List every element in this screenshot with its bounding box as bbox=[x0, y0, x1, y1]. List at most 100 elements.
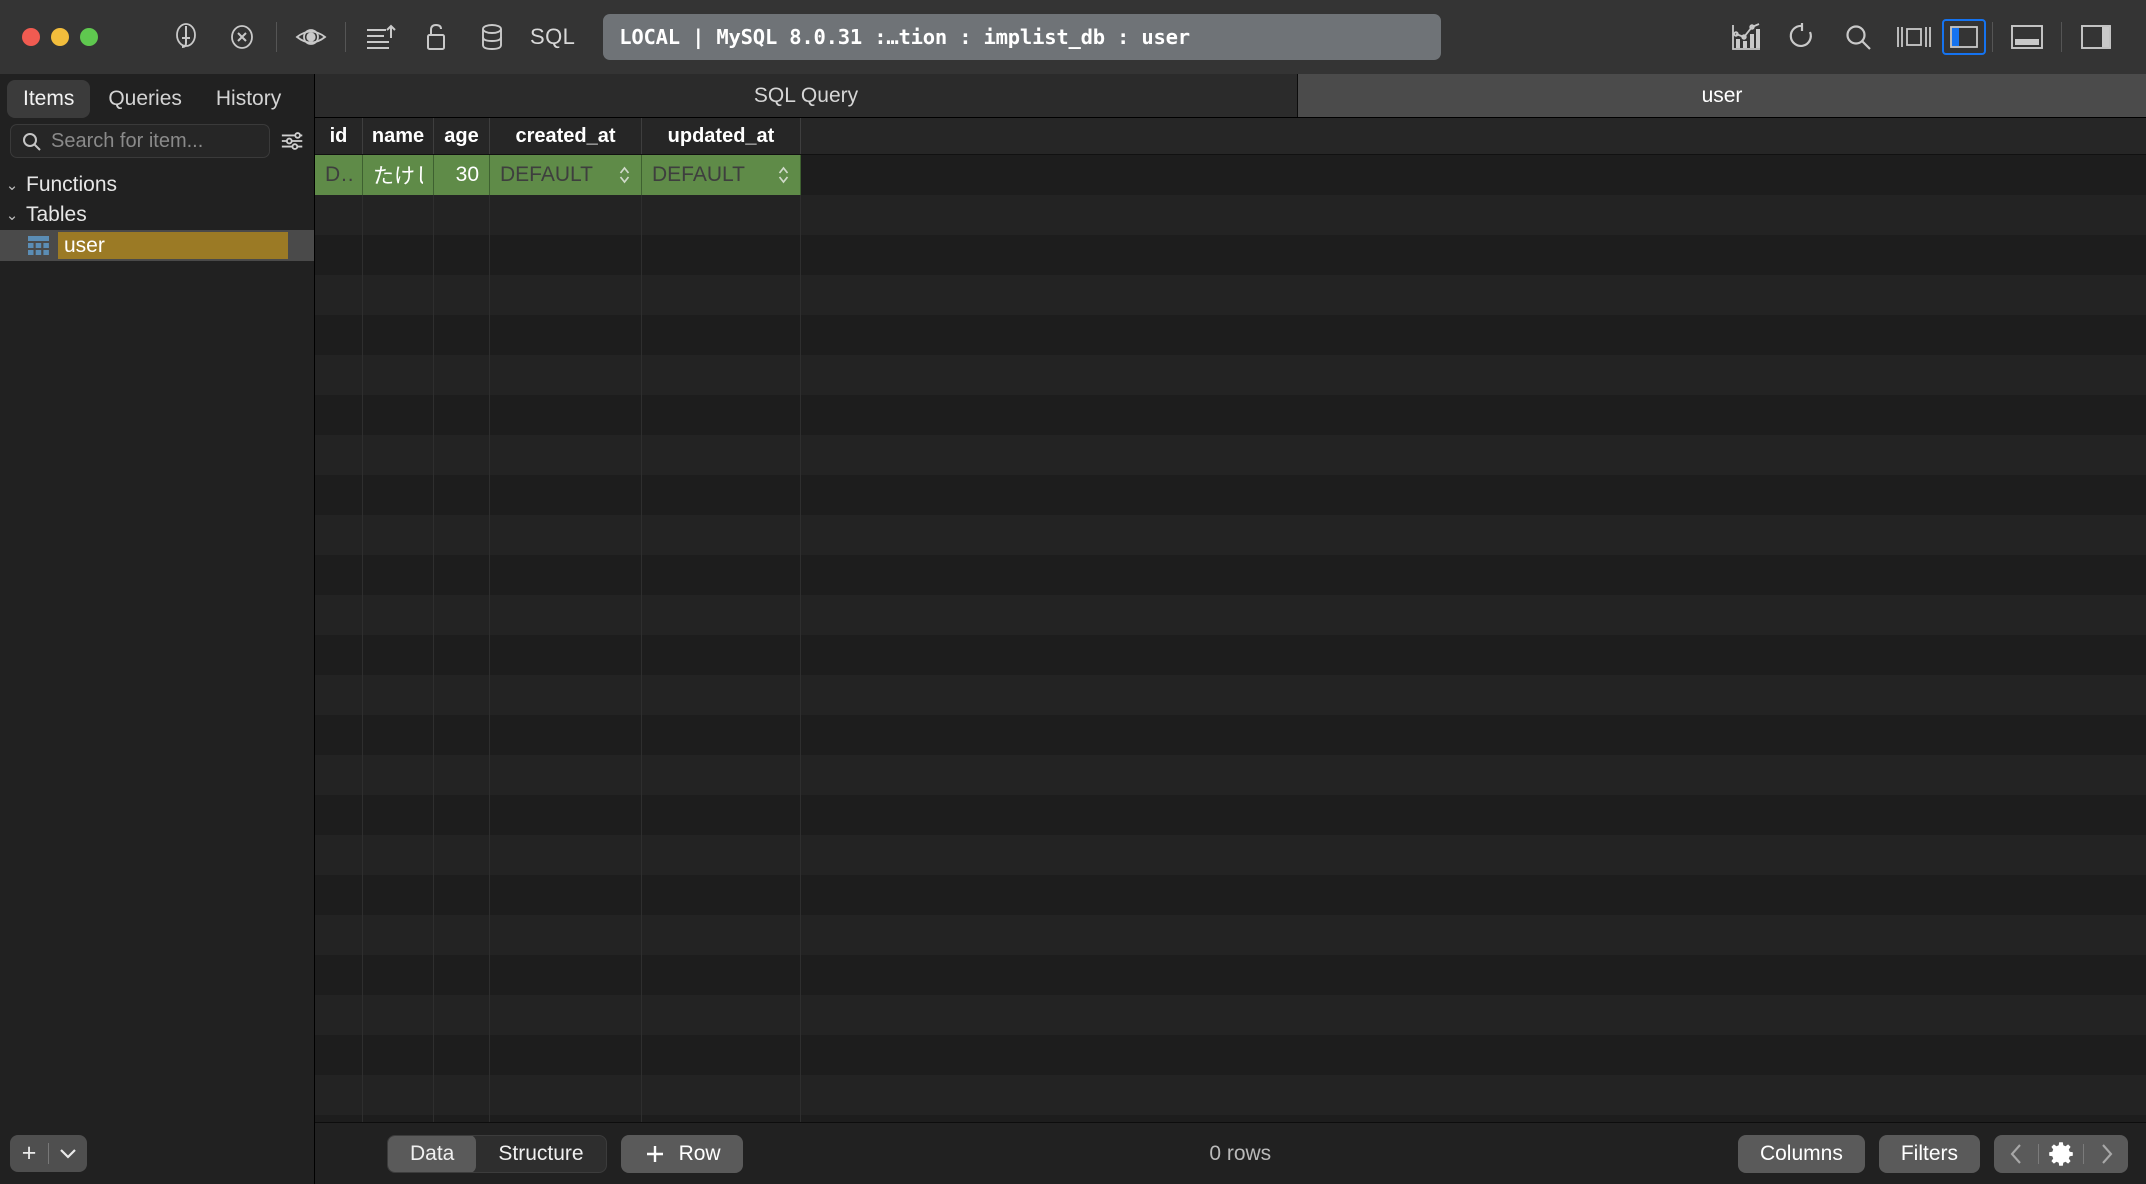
cell-empty[interactable] bbox=[434, 555, 490, 595]
cell-empty[interactable] bbox=[315, 315, 363, 355]
cell-empty[interactable] bbox=[490, 635, 642, 675]
cell-empty[interactable] bbox=[363, 915, 434, 955]
cell-empty[interactable] bbox=[490, 315, 642, 355]
cell-empty[interactable] bbox=[363, 315, 434, 355]
cell-empty[interactable] bbox=[434, 875, 490, 915]
cell-empty[interactable] bbox=[642, 955, 801, 995]
cell-empty[interactable] bbox=[363, 955, 434, 995]
add-item-button[interactable]: + bbox=[10, 1135, 48, 1172]
cell-empty[interactable] bbox=[490, 1115, 642, 1122]
cell-empty[interactable] bbox=[434, 235, 490, 275]
cell-empty[interactable] bbox=[315, 875, 363, 915]
tree-group-tables[interactable]: ⌄ Tables bbox=[0, 200, 314, 230]
column-header-created-at[interactable]: created_at bbox=[490, 118, 642, 154]
cell-empty[interactable] bbox=[434, 595, 490, 635]
lock-icon[interactable] bbox=[408, 14, 464, 60]
cell-empty[interactable] bbox=[363, 1035, 434, 1075]
close-window-button[interactable] bbox=[22, 28, 40, 46]
cell-empty[interactable] bbox=[315, 955, 363, 995]
cell-empty[interactable] bbox=[434, 515, 490, 555]
cell-empty[interactable] bbox=[363, 515, 434, 555]
cell-empty[interactable] bbox=[363, 835, 434, 875]
zoom-window-button[interactable] bbox=[80, 28, 98, 46]
cell-empty[interactable] bbox=[642, 395, 801, 435]
import-icon[interactable] bbox=[352, 14, 408, 60]
cell-empty[interactable] bbox=[315, 635, 363, 675]
search-input[interactable]: Search for item... bbox=[10, 124, 270, 158]
cell-empty[interactable] bbox=[363, 595, 434, 635]
cell-empty[interactable] bbox=[363, 275, 434, 315]
column-header-id[interactable]: id bbox=[315, 118, 363, 154]
connect-icon[interactable] bbox=[158, 14, 214, 60]
cell-empty[interactable] bbox=[363, 755, 434, 795]
cell-empty[interactable] bbox=[642, 1115, 801, 1122]
column-header-age[interactable]: age bbox=[434, 118, 490, 154]
cell-empty[interactable] bbox=[642, 1035, 801, 1075]
cell-empty[interactable] bbox=[642, 635, 801, 675]
cell-empty[interactable] bbox=[363, 235, 434, 275]
table-rename-input[interactable]: user bbox=[58, 232, 288, 259]
cell-empty[interactable] bbox=[363, 395, 434, 435]
cell-empty[interactable] bbox=[363, 635, 434, 675]
right-sidebar-icon[interactable] bbox=[2068, 14, 2124, 60]
cell-empty[interactable] bbox=[490, 555, 642, 595]
cell-empty[interactable] bbox=[315, 995, 363, 1035]
cell-empty[interactable] bbox=[642, 475, 801, 515]
cell-empty[interactable] bbox=[642, 755, 801, 795]
cell-empty[interactable] bbox=[490, 435, 642, 475]
sql-button[interactable]: SQL bbox=[520, 24, 585, 50]
cell-updated-at[interactable]: DEFAULT bbox=[642, 155, 801, 195]
cell-empty[interactable] bbox=[642, 675, 801, 715]
tree-group-functions[interactable]: ⌄ Functions bbox=[0, 170, 314, 200]
table-row-empty[interactable] bbox=[315, 955, 2146, 995]
cell-empty[interactable] bbox=[315, 555, 363, 595]
cell-name[interactable]: たけし bbox=[363, 155, 434, 195]
cell-empty[interactable] bbox=[490, 715, 642, 755]
cell-empty[interactable] bbox=[642, 275, 801, 315]
cell-empty[interactable] bbox=[315, 1075, 363, 1115]
cell-empty[interactable] bbox=[434, 1075, 490, 1115]
stepper-icon-created-at[interactable] bbox=[618, 165, 631, 185]
cell-empty[interactable] bbox=[490, 595, 642, 635]
cell-empty[interactable] bbox=[642, 515, 801, 555]
cell-empty[interactable] bbox=[315, 195, 363, 235]
cell-empty[interactable] bbox=[642, 875, 801, 915]
chevron-right-icon[interactable] bbox=[2084, 1135, 2128, 1173]
cell-empty[interactable] bbox=[434, 275, 490, 315]
table-row-empty[interactable] bbox=[315, 795, 2146, 835]
cell-empty[interactable] bbox=[363, 675, 434, 715]
table-row-empty[interactable] bbox=[315, 635, 2146, 675]
table-row-empty[interactable] bbox=[315, 1075, 2146, 1115]
cell-empty[interactable] bbox=[434, 1115, 490, 1122]
cell-empty[interactable] bbox=[315, 395, 363, 435]
cell-empty[interactable] bbox=[642, 195, 801, 235]
cell-empty[interactable] bbox=[490, 795, 642, 835]
cell-empty[interactable] bbox=[434, 755, 490, 795]
cell-empty[interactable] bbox=[315, 275, 363, 315]
cell-empty[interactable] bbox=[363, 715, 434, 755]
tab-sql-query[interactable]: SQL Query bbox=[315, 74, 1298, 117]
bottom-panel-icon[interactable] bbox=[1999, 14, 2055, 60]
refresh-icon[interactable] bbox=[1774, 14, 1830, 60]
table-row-empty[interactable] bbox=[315, 755, 2146, 795]
connection-address-bar[interactable]: LOCAL | MySQL 8.0.31 :…tion : implist_db… bbox=[603, 14, 1442, 60]
column-header-name[interactable]: name bbox=[363, 118, 434, 154]
cell-empty[interactable] bbox=[363, 475, 434, 515]
cell-empty[interactable] bbox=[434, 675, 490, 715]
table-row-empty[interactable] bbox=[315, 395, 2146, 435]
columns-button[interactable]: Columns bbox=[1737, 1134, 1865, 1173]
table-row-empty[interactable] bbox=[315, 715, 2146, 755]
cell-empty[interactable] bbox=[642, 595, 801, 635]
cell-empty[interactable] bbox=[642, 235, 801, 275]
cell-empty[interactable] bbox=[315, 235, 363, 275]
cell-empty[interactable] bbox=[434, 395, 490, 435]
cell-empty[interactable] bbox=[642, 795, 801, 835]
table-row-empty[interactable] bbox=[315, 835, 2146, 875]
cell-empty[interactable] bbox=[490, 955, 642, 995]
cell-empty[interactable] bbox=[642, 995, 801, 1035]
cell-empty[interactable] bbox=[315, 835, 363, 875]
cell-empty[interactable] bbox=[490, 875, 642, 915]
filters-icon[interactable] bbox=[280, 129, 306, 153]
cell-empty[interactable] bbox=[315, 795, 363, 835]
cell-age[interactable]: 30 bbox=[434, 155, 490, 195]
